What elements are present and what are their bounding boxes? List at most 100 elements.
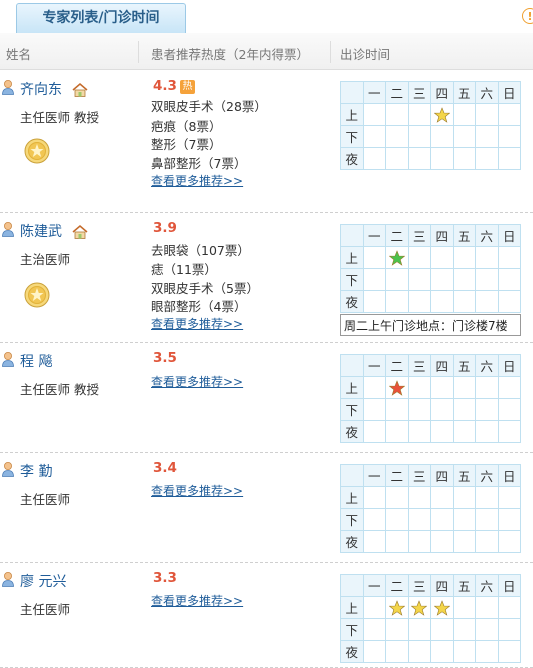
schedule-cell — [452, 596, 476, 619]
schedule-cell — [362, 640, 386, 663]
schedule-period-label: 下 — [340, 398, 364, 421]
info-icon[interactable]: ! — [522, 8, 533, 24]
schedule-cell — [475, 640, 499, 663]
schedule-day-header: 一 — [362, 464, 386, 487]
recommendation-item: 鼻部整形（7票） — [151, 156, 247, 171]
clinic-star-icon[interactable] — [434, 600, 450, 616]
schedule-cell — [362, 246, 386, 269]
schedule-cell — [452, 508, 476, 531]
schedule-cell — [407, 103, 431, 126]
doctor-title: 主任医师 教授 — [20, 382, 99, 397]
schedule-cell — [497, 486, 521, 509]
schedule-cell — [430, 640, 454, 663]
clinic-star-icon[interactable] — [389, 250, 405, 266]
schedule-cell — [452, 290, 476, 313]
schedule-cell — [430, 486, 454, 509]
more-recommendations-link[interactable]: 查看更多推荐>> — [151, 373, 243, 390]
schedule-cell — [452, 640, 476, 663]
recommendation-item: 双眼皮手术（5票） — [151, 281, 259, 296]
schedule-cell — [362, 103, 386, 126]
schedule-day-header: 一 — [362, 574, 386, 597]
schedule-cell[interactable] — [407, 596, 431, 619]
schedule-cell — [385, 530, 409, 553]
column-header: 姓名 患者推荐热度（2年内得票） 出诊时间 — [0, 33, 533, 70]
schedule-cell — [452, 246, 476, 269]
schedule-table: 一二三四五六日上下夜 — [340, 574, 521, 663]
schedule-day-header: 一 — [362, 224, 386, 247]
doctor-name[interactable]: 程 飚 — [20, 351, 52, 371]
schedule-day-header: 五 — [452, 81, 476, 104]
schedule-day-header: 六 — [475, 354, 499, 377]
schedule-cell — [362, 486, 386, 509]
clinic-house-icon — [72, 83, 88, 97]
schedule-cell — [407, 376, 431, 399]
col-time-label: 出诊时间 — [340, 47, 391, 62]
schedule-cell — [385, 486, 409, 509]
schedule-cell — [430, 508, 454, 531]
schedule-cell — [385, 268, 409, 291]
schedule-period-label: 下 — [340, 125, 364, 148]
schedule-cell — [497, 290, 521, 313]
schedule-cell — [385, 508, 409, 531]
schedule-day-header: 四 — [430, 354, 454, 377]
schedule-day-header: 一 — [362, 81, 386, 104]
schedule-cell[interactable] — [385, 246, 409, 269]
schedule-day-header: 二 — [385, 574, 409, 597]
schedule-cell — [362, 147, 386, 170]
schedule-cell[interactable] — [430, 103, 454, 126]
recommendation-item: 整形（7票） — [151, 137, 222, 152]
tab-expert-list[interactable]: 专家列表/门诊时间 — [16, 3, 186, 33]
schedule-cell[interactable] — [430, 596, 454, 619]
person-icon — [1, 461, 15, 477]
schedule-cell — [385, 290, 409, 313]
schedule-cell — [475, 103, 499, 126]
schedule-cell — [497, 268, 521, 291]
schedule-cell[interactable] — [385, 596, 409, 619]
schedule-cell — [497, 246, 521, 269]
recommendation-item: 痣（11票） — [151, 262, 217, 277]
schedule-period-label: 上 — [340, 246, 364, 269]
schedule-cell — [362, 508, 386, 531]
recommendation-item: 眼部整形（4票） — [151, 299, 247, 314]
schedule-cell — [430, 420, 454, 443]
more-recommendations-link[interactable]: 查看更多推荐>> — [151, 482, 243, 499]
doctor-name[interactable]: 齐向东 — [20, 79, 62, 99]
schedule-cell — [497, 508, 521, 531]
schedule-cell — [452, 618, 476, 641]
schedule-day-header: 日 — [497, 464, 521, 487]
schedule-cell — [430, 268, 454, 291]
schedule-period-label: 夜 — [340, 420, 364, 443]
schedule-period-label: 下 — [340, 268, 364, 291]
schedule-corner — [340, 81, 364, 104]
schedule-cell — [452, 398, 476, 421]
doctor-name[interactable]: 廖 元兴 — [20, 571, 66, 591]
more-recommendations-link[interactable]: 查看更多推荐>> — [151, 315, 243, 332]
heat-score: 4.3 — [153, 78, 177, 94]
schedule-cell — [475, 618, 499, 641]
schedule-cell[interactable] — [385, 376, 409, 399]
doctor-name[interactable]: 陈建武 — [20, 221, 62, 241]
clinic-star-icon[interactable] — [411, 600, 427, 616]
clinic-star-icon[interactable] — [389, 600, 405, 616]
schedule-cell — [407, 486, 431, 509]
schedule-day-header: 六 — [475, 464, 499, 487]
schedule-cell — [430, 376, 454, 399]
schedule-cell — [452, 268, 476, 291]
schedule-cell — [362, 290, 386, 313]
schedule-day-header: 三 — [407, 354, 431, 377]
schedule-cell — [452, 125, 476, 148]
more-recommendations-link[interactable]: 查看更多推荐>> — [151, 172, 243, 189]
hot-badge: 热 — [180, 80, 195, 94]
schedule-day-header: 六 — [475, 81, 499, 104]
more-recommendations-link[interactable]: 查看更多推荐>> — [151, 592, 243, 609]
schedule-cell — [475, 486, 499, 509]
doctor-title: 主任医师 — [20, 492, 71, 507]
schedule-cell — [362, 530, 386, 553]
clinic-star-icon[interactable] — [389, 380, 405, 396]
heat-score: 3.3 — [153, 570, 177, 586]
schedule-table: 一二三四五六日上下夜 — [340, 354, 521, 443]
doctor-name[interactable]: 李 勤 — [20, 461, 52, 481]
schedule-period-label: 夜 — [340, 290, 364, 313]
schedule-day-header: 四 — [430, 81, 454, 104]
clinic-star-icon[interactable] — [434, 107, 450, 123]
